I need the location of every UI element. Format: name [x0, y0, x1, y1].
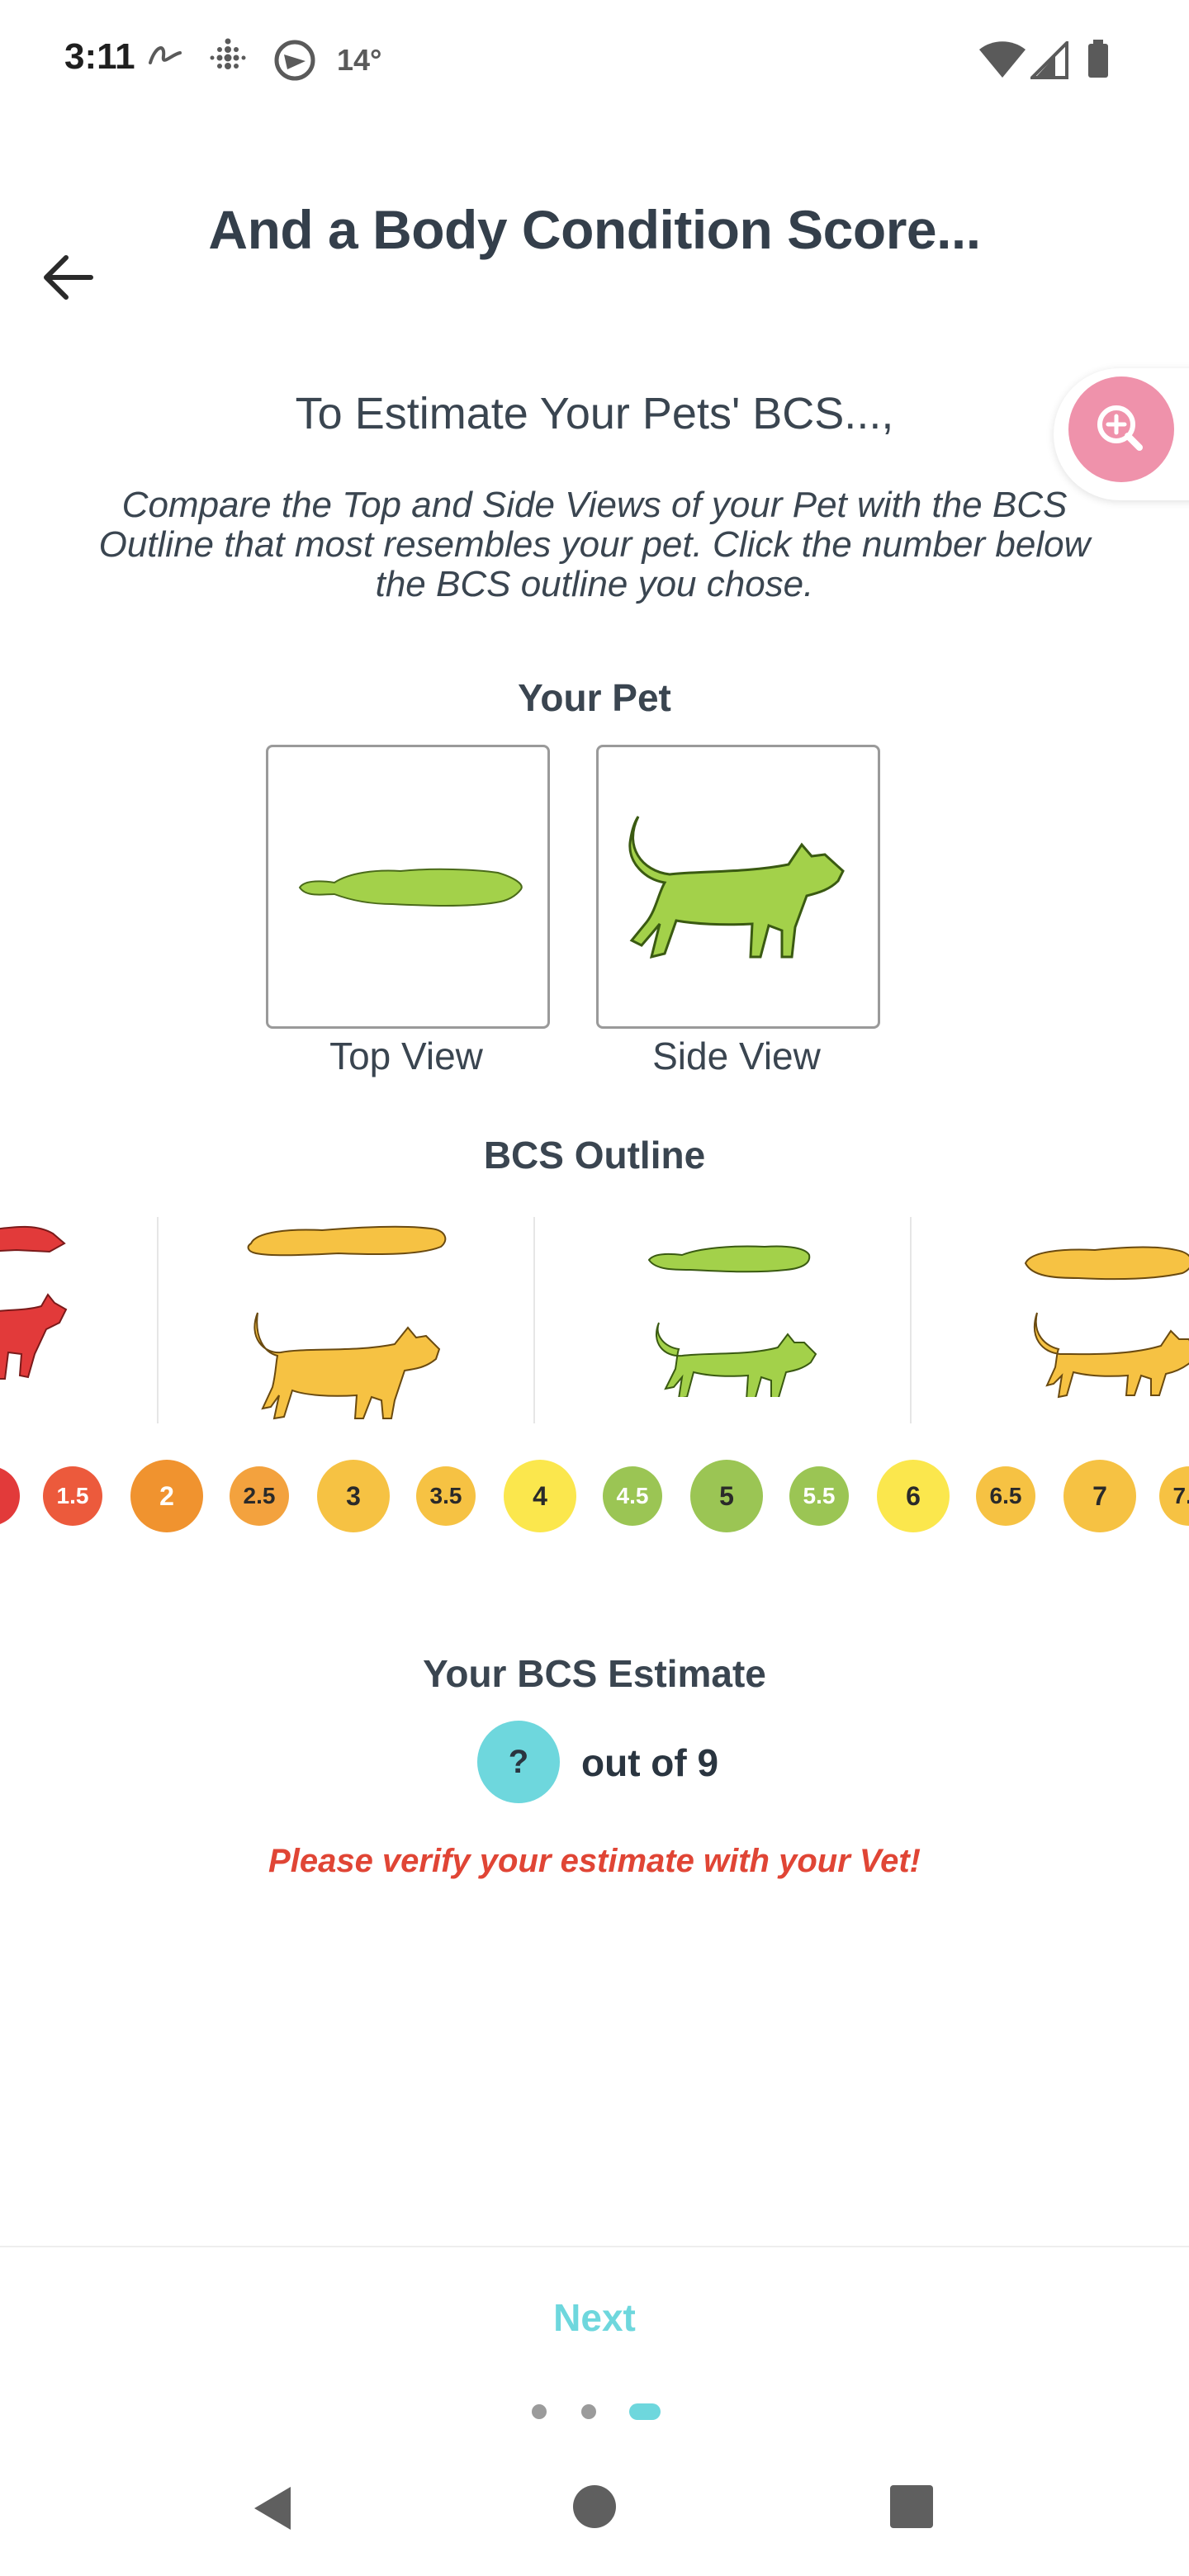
bcs-outline-ideal-low[interactable] — [239, 1214, 454, 1420]
fitbit-icon — [210, 38, 246, 69]
side-view-silhouette — [628, 816, 845, 959]
bcs-score-4-5[interactable]: 4.5 — [603, 1466, 662, 1526]
bcs-outline-heading: BCS Outline — [483, 1134, 706, 1177]
cell-signal-icon — [1030, 41, 1068, 79]
page-indicator-dot-active — [629, 2403, 661, 2420]
top-view-label: Top View — [329, 1035, 483, 1077]
side-view-label: Side View — [652, 1035, 821, 1077]
bcs-score-selector[interactable]: 1 1.5 2 2.5 3 3.5 4 4.5 5 5.5 6 6.5 7 7.… — [0, 1456, 1189, 1536]
bcs-outline-thin[interactable] — [0, 1214, 83, 1420]
side-view-box — [596, 745, 880, 1029]
wifi-icon — [979, 41, 1026, 78]
bcs-estimate-suffix: out of 9 — [581, 1741, 719, 1784]
bcs-score-6[interactable]: 6 — [877, 1460, 950, 1532]
bcs-score-4[interactable]: 4 — [504, 1460, 576, 1532]
status-bar: 3:11 14° — [0, 0, 1189, 116]
bcs-score-7[interactable]: 7 — [1063, 1460, 1136, 1532]
bcs-score-3[interactable]: 3 — [317, 1460, 390, 1532]
bcs-score-2-5[interactable]: 2.5 — [230, 1466, 289, 1526]
subtitle: To Estimate Your Pets' BCS..., — [295, 389, 894, 438]
bcs-estimate-value: ? — [477, 1721, 560, 1803]
nav-recents-icon[interactable] — [888, 2484, 935, 2530]
next-button[interactable]: Next — [429, 2295, 760, 2361]
page-indicator-dot — [532, 2404, 547, 2419]
bcs-score-3-5[interactable]: 3.5 — [416, 1466, 476, 1526]
carousel-divider — [910, 1217, 912, 1423]
system-nav-bar — [0, 2460, 1189, 2576]
bcs-score-5-5[interactable]: 5.5 — [789, 1466, 849, 1526]
page-title: And a Body Condition Score... — [208, 199, 981, 260]
bcs-outline-carousel[interactable] — [0, 1205, 1189, 1428]
top-view-box — [266, 745, 550, 1029]
page-indicator-dot — [581, 2404, 596, 2419]
bcs-estimate-heading: Your BCS Estimate — [423, 1652, 766, 1695]
carousel-divider — [157, 1217, 159, 1423]
top-view-silhouette — [298, 868, 523, 907]
status-time: 3:11 — [64, 36, 135, 77]
bcs-score-1-5[interactable]: 1.5 — [43, 1466, 102, 1526]
app-icon — [274, 40, 315, 81]
nav-back-icon[interactable] — [248, 2482, 301, 2535]
carousel-divider — [533, 1217, 535, 1423]
arrow-left-icon — [44, 255, 93, 300]
instructions: Compare the Top and Side Views of your P… — [98, 485, 1091, 604]
nav-home-icon[interactable] — [570, 2482, 619, 2531]
bcs-score-5[interactable]: 5 — [690, 1460, 763, 1532]
battery-icon — [1088, 40, 1108, 78]
verify-note: Please verify your estimate with your Ve… — [268, 1843, 921, 1879]
signature-icon — [149, 46, 182, 64]
back-button[interactable] — [36, 244, 102, 310]
your-pet-heading: Your Pet — [518, 676, 671, 719]
bcs-outline-heavy[interactable] — [1021, 1230, 1189, 1404]
bcs-outline-ideal[interactable] — [641, 1224, 822, 1397]
status-temperature: 14° — [337, 43, 382, 77]
bcs-score-6-5[interactable]: 6.5 — [976, 1466, 1035, 1526]
bcs-score-7-5[interactable]: 7.5 — [1159, 1466, 1189, 1526]
bcs-score-2[interactable]: 2 — [130, 1460, 203, 1532]
footer-divider — [0, 2246, 1189, 2247]
bcs-score-1[interactable]: 1 — [0, 1466, 20, 1526]
